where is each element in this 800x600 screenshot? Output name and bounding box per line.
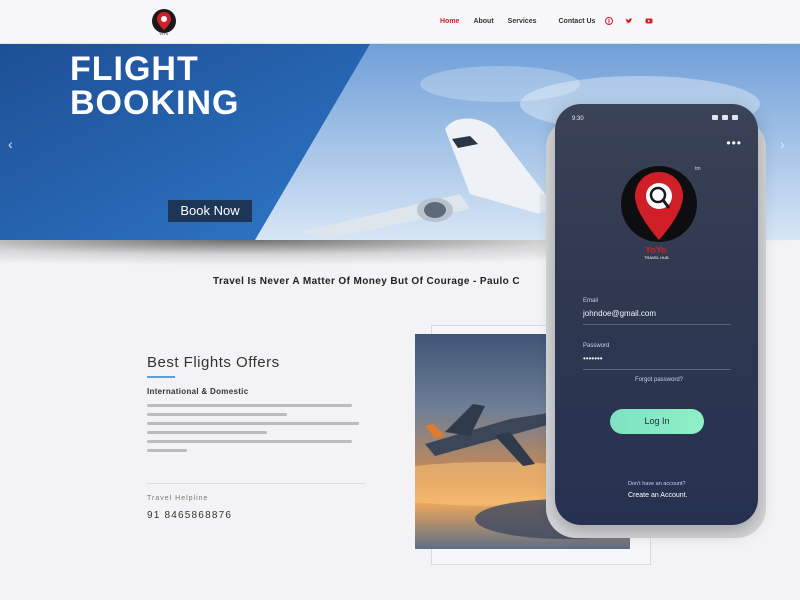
app-logo: YoYo TRAVEL HUB <box>621 166 697 260</box>
nav-contact[interactable]: Contact Us <box>558 18 595 25</box>
password-underline <box>583 369 731 370</box>
offers-subtitle: International & Domestic <box>147 387 249 396</box>
hero-prev-arrow-icon[interactable]: ‹ <box>8 136 13 152</box>
svg-text:YoYo: YoYo <box>159 31 169 36</box>
main-nav: Home About Services Contact Us <box>440 18 595 25</box>
trademark-mark: tm <box>695 166 701 172</box>
forgot-password-link[interactable]: Forgot password? <box>635 377 683 383</box>
more-menu-icon[interactable]: ••• <box>726 136 742 150</box>
social-links <box>605 17 653 25</box>
nav-about[interactable]: About <box>473 18 493 25</box>
status-bar-icons <box>712 115 738 120</box>
hero-title-line1: FLIGHT <box>70 50 199 88</box>
offers-description-blurred <box>147 404 362 458</box>
wifi-icon <box>722 115 728 120</box>
phone-mockup: 9:30 ••• YoYo TRAVEL HUB tm Email johndo… <box>555 104 758 525</box>
app-logo-text: YoYo <box>645 245 667 255</box>
facebook-icon[interactable] <box>605 17 613 25</box>
hero-title-line2: BOOKING <box>70 84 240 122</box>
signal-icon <box>712 115 718 120</box>
hero-next-arrow-icon[interactable]: › <box>780 136 785 152</box>
email-field[interactable]: johndoe@gmail.com <box>583 309 656 318</box>
offers-divider <box>147 483 365 484</box>
app-logo-tagline: TRAVEL HUB <box>644 255 669 260</box>
status-bar-time: 9:30 <box>572 116 584 122</box>
youtube-icon[interactable] <box>645 17 653 25</box>
tagline-quote: Travel Is Never A Matter Of Money But Of… <box>213 276 520 287</box>
hero-title: FLIGHT BOOKING <box>70 52 239 120</box>
helpline-phone[interactable]: 91 8465868876 <box>147 510 232 521</box>
nav-services[interactable]: Services <box>508 18 537 25</box>
password-field[interactable]: ••••••• <box>583 354 603 363</box>
email-underline <box>583 324 731 325</box>
offers-title: Best Flights Offers <box>147 354 280 371</box>
battery-icon <box>732 115 738 120</box>
nav-home[interactable]: Home <box>440 18 459 25</box>
offers-title-underline <box>147 376 175 378</box>
no-account-text: Don't have an account? <box>628 481 686 487</box>
twitter-icon[interactable] <box>625 17 633 25</box>
book-now-button[interactable]: Book Now <box>168 200 252 222</box>
helpline-label: Travel Helpline <box>147 495 209 502</box>
top-navbar: YoYo Home About Services Contact Us <box>0 0 800 44</box>
login-button[interactable]: Log In <box>610 409 704 434</box>
password-label: Password <box>583 343 610 349</box>
create-account-link[interactable]: Create an Account. <box>628 492 688 499</box>
email-label: Email <box>583 298 599 304</box>
brand-logo[interactable]: YoYo <box>150 8 178 36</box>
